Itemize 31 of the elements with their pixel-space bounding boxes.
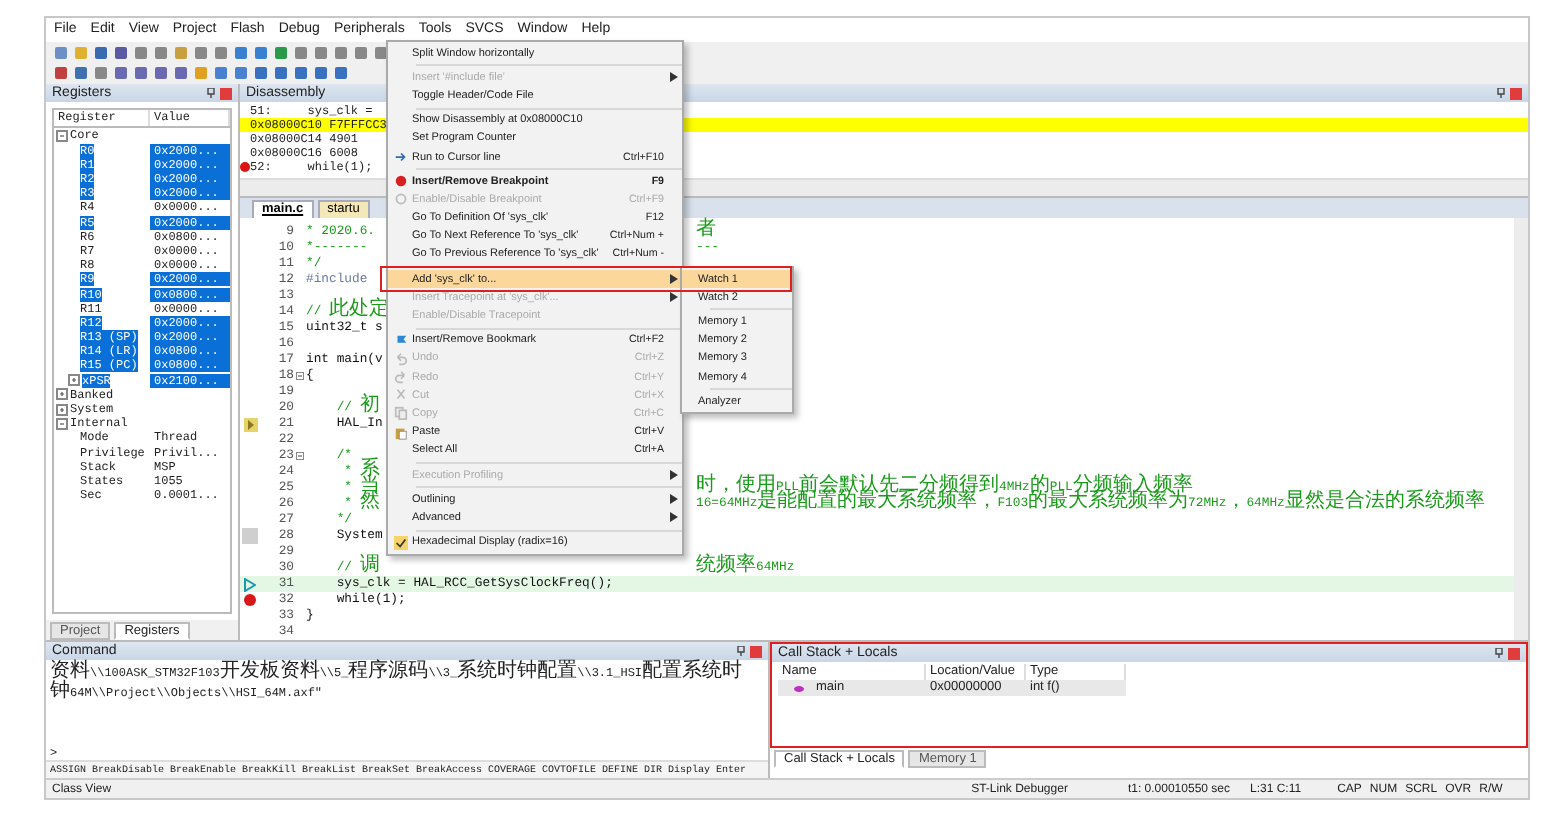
close-icon[interactable]	[220, 87, 232, 100]
close-icon[interactable]	[750, 645, 762, 658]
expand-icon[interactable]	[56, 388, 68, 401]
scissors-icon	[393, 388, 407, 403]
expand-icon[interactable]	[68, 374, 80, 387]
expand-icon[interactable]	[56, 403, 68, 416]
pin-icon[interactable]	[1496, 88, 1506, 99]
function-icon	[794, 685, 804, 692]
copy-icon	[393, 406, 407, 421]
close-icon[interactable]	[1508, 647, 1520, 660]
current-line-arrow-icon	[244, 577, 256, 592]
cursor-arrow-icon	[393, 150, 407, 165]
checkmark-icon	[393, 535, 407, 550]
bookmark-icon	[243, 417, 257, 432]
fold-icon[interactable]	[296, 372, 304, 381]
fold-icon[interactable]	[296, 452, 304, 461]
collapse-icon[interactable]	[56, 129, 68, 142]
gutter-mark-icon	[242, 528, 258, 545]
pin-icon[interactable]	[206, 88, 216, 99]
submenu-arrow-icon	[670, 72, 678, 83]
breakpoint-icon	[244, 594, 256, 607]
clipboard-icon	[393, 425, 407, 440]
collapse-icon[interactable]	[56, 417, 68, 430]
close-icon[interactable]	[1510, 87, 1522, 100]
redo-icon	[393, 370, 407, 385]
flag-icon	[393, 333, 407, 348]
pin-icon[interactable]	[1494, 648, 1504, 659]
undo-icon	[393, 351, 407, 366]
scrollbar[interactable]	[1514, 218, 1528, 641]
pin-icon[interactable]	[736, 646, 746, 657]
submenu-arrow-icon	[670, 470, 678, 481]
